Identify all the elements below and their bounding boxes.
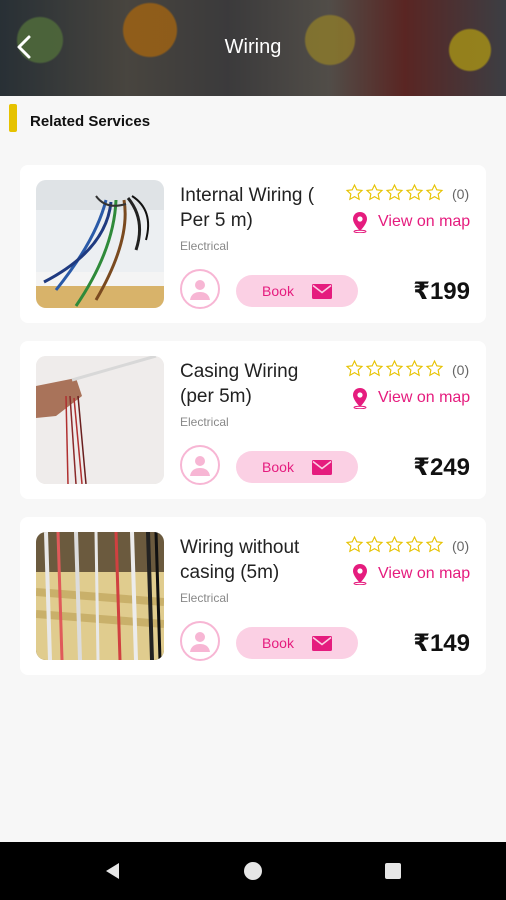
envelope-icon <box>311 459 332 475</box>
envelope-icon <box>311 635 332 651</box>
view-on-map-label: View on map <box>378 389 471 406</box>
service-card[interactable]: Wiring without casing (5m) Electrical (0… <box>20 517 486 675</box>
service-image <box>36 356 164 484</box>
star-outline-icon <box>385 359 404 377</box>
page-title: Wiring <box>224 36 282 58</box>
view-on-map-link[interactable]: View on map <box>350 211 470 233</box>
provider-avatar[interactable] <box>180 269 220 309</box>
user-icon <box>190 456 210 476</box>
book-button[interactable]: Book <box>236 275 358 307</box>
user-icon <box>190 632 210 652</box>
star-outline-icon <box>405 535 424 553</box>
star-outline-icon <box>365 359 384 377</box>
star-outline-icon <box>425 183 444 201</box>
book-button[interactable]: Book <box>236 451 358 483</box>
service-price: ₹149 <box>413 630 470 657</box>
view-on-map-link[interactable]: View on map <box>350 563 470 585</box>
service-image <box>36 532 164 660</box>
service-price: ₹249 <box>413 454 470 481</box>
service-price: ₹199 <box>413 278 470 305</box>
rating-count: (0) <box>452 362 470 378</box>
envelope-icon <box>311 283 332 299</box>
header-banner: Wiring <box>0 0 506 96</box>
view-on-map-label: View on map <box>378 213 471 230</box>
service-category: Electrical <box>180 415 229 429</box>
nav-home-icon[interactable] <box>244 862 262 880</box>
book-label: Book <box>262 635 294 651</box>
view-on-map-label: View on map <box>378 565 471 582</box>
section-accent-bar <box>9 104 17 132</box>
service-category: Electrical <box>180 591 229 605</box>
nav-back-icon[interactable] <box>104 862 122 880</box>
map-pin-icon <box>353 212 367 233</box>
service-image <box>36 180 164 308</box>
star-outline-icon <box>385 183 404 201</box>
service-card[interactable]: Casing Wiring (per 5m) Electrical (0) Vi… <box>20 341 486 499</box>
star-outline-icon <box>365 183 384 201</box>
nav-recents-icon[interactable] <box>385 863 401 879</box>
star-outline-icon <box>385 535 404 553</box>
service-card[interactable]: Internal Wiring ( Per 5 m) Electrical (0… <box>20 165 486 323</box>
section-heading: Related Services <box>0 96 506 148</box>
star-outline-icon <box>345 359 364 377</box>
star-outline-icon <box>345 535 364 553</box>
rating-count: (0) <box>452 186 470 202</box>
star-outline-icon <box>365 535 384 553</box>
book-label: Book <box>262 283 294 299</box>
service-category: Electrical <box>180 239 229 253</box>
service-name: Internal Wiring ( Per 5 m) <box>180 185 315 231</box>
service-name: Casing Wiring (per 5m) <box>180 361 299 407</box>
section-title: Related Services <box>30 113 151 130</box>
star-outline-icon <box>345 183 364 201</box>
user-icon <box>190 280 210 300</box>
provider-avatar[interactable] <box>180 621 220 661</box>
map-pin-icon <box>353 388 367 409</box>
service-name: Wiring without casing (5m) <box>180 537 300 583</box>
star-outline-icon <box>425 359 444 377</box>
system-navigation-bar <box>0 842 506 900</box>
star-outline-icon <box>425 535 444 553</box>
rating-count: (0) <box>452 538 470 554</box>
rating-stars <box>345 183 444 202</box>
book-button[interactable]: Book <box>236 627 358 659</box>
rating-stars <box>345 359 444 378</box>
view-on-map-link[interactable]: View on map <box>350 387 470 409</box>
map-pin-icon <box>353 564 367 585</box>
provider-avatar[interactable] <box>180 445 220 485</box>
star-outline-icon <box>405 359 424 377</box>
rating-stars <box>345 535 444 554</box>
book-label: Book <box>262 459 294 475</box>
star-outline-icon <box>405 183 424 201</box>
